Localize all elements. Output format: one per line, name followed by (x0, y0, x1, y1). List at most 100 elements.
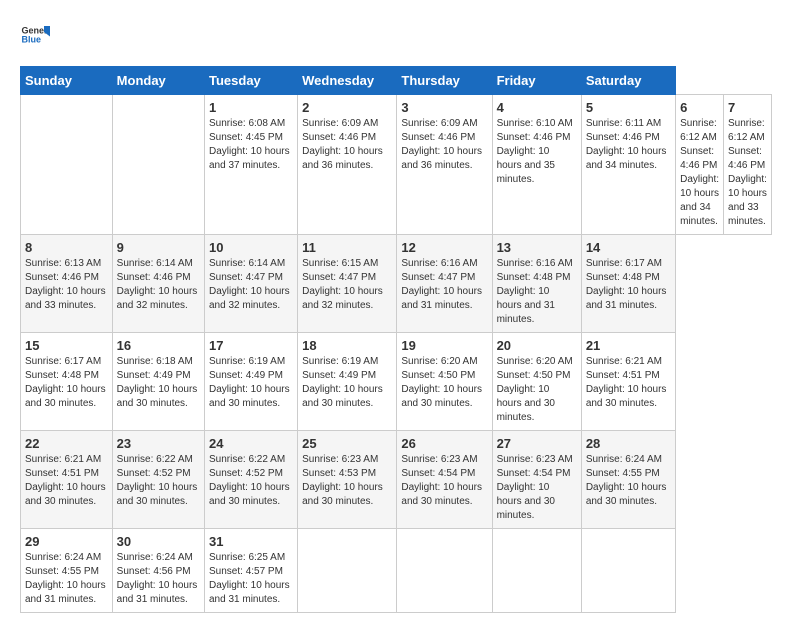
day-info: Sunrise: 6:14 AM Sunset: 4:46 PM Dayligh… (117, 257, 200, 313)
day-info: Sunrise: 6:23 AM Sunset: 4:53 PM Dayligh… (302, 453, 392, 509)
page-header: General Blue (20, 20, 772, 50)
day-number: 14 (586, 240, 671, 255)
calendar-cell: 4 Sunrise: 6:10 AM Sunset: 4:46 PM Dayli… (492, 95, 581, 235)
day-number: 11 (302, 240, 392, 255)
day-info: Sunrise: 6:09 AM Sunset: 4:46 PM Dayligh… (302, 117, 392, 173)
day-info: Sunrise: 6:22 AM Sunset: 4:52 PM Dayligh… (209, 453, 293, 509)
calendar-cell: 20 Sunrise: 6:20 AM Sunset: 4:50 PM Dayl… (492, 333, 581, 431)
day-number: 17 (209, 338, 293, 353)
calendar-header-row: SundayMondayTuesdayWednesdayThursdayFrid… (21, 67, 772, 95)
day-number: 2 (302, 100, 392, 115)
day-number: 7 (728, 100, 767, 115)
calendar-week-4: 29 Sunrise: 6:24 AM Sunset: 4:55 PM Dayl… (21, 529, 772, 613)
day-number: 6 (680, 100, 719, 115)
day-number: 21 (586, 338, 671, 353)
day-info: Sunrise: 6:24 AM Sunset: 4:55 PM Dayligh… (25, 551, 108, 607)
day-info: Sunrise: 6:10 AM Sunset: 4:46 PM Dayligh… (497, 117, 577, 187)
calendar-cell: 14 Sunrise: 6:17 AM Sunset: 4:48 PM Dayl… (581, 235, 675, 333)
calendar-cell (21, 95, 113, 235)
calendar-cell: 26 Sunrise: 6:23 AM Sunset: 4:54 PM Dayl… (397, 431, 492, 529)
logo-icon: General Blue (20, 20, 50, 50)
day-info: Sunrise: 6:17 AM Sunset: 4:48 PM Dayligh… (586, 257, 671, 313)
calendar-cell: 13 Sunrise: 6:16 AM Sunset: 4:48 PM Dayl… (492, 235, 581, 333)
logo: General Blue (20, 20, 50, 50)
day-info: Sunrise: 6:20 AM Sunset: 4:50 PM Dayligh… (401, 355, 487, 411)
calendar-cell: 28 Sunrise: 6:24 AM Sunset: 4:55 PM Dayl… (581, 431, 675, 529)
day-info: Sunrise: 6:21 AM Sunset: 4:51 PM Dayligh… (586, 355, 671, 411)
calendar-cell: 6 Sunrise: 6:12 AM Sunset: 4:46 PM Dayli… (676, 95, 724, 235)
day-header-thursday: Thursday (397, 67, 492, 95)
day-number: 30 (117, 534, 200, 549)
day-header-monday: Monday (112, 67, 204, 95)
calendar-cell: 10 Sunrise: 6:14 AM Sunset: 4:47 PM Dayl… (205, 235, 298, 333)
day-number: 31 (209, 534, 293, 549)
day-header-sunday: Sunday (21, 67, 113, 95)
svg-text:Blue: Blue (22, 35, 42, 45)
day-info: Sunrise: 6:24 AM Sunset: 4:55 PM Dayligh… (586, 453, 671, 509)
calendar-cell: 29 Sunrise: 6:24 AM Sunset: 4:55 PM Dayl… (21, 529, 113, 613)
day-number: 5 (586, 100, 671, 115)
calendar-week-0: 1 Sunrise: 6:08 AM Sunset: 4:45 PM Dayli… (21, 95, 772, 235)
day-number: 4 (497, 100, 577, 115)
calendar-cell: 18 Sunrise: 6:19 AM Sunset: 4:49 PM Dayl… (298, 333, 397, 431)
day-header-friday: Friday (492, 67, 581, 95)
day-header-wednesday: Wednesday (298, 67, 397, 95)
calendar-cell: 19 Sunrise: 6:20 AM Sunset: 4:50 PM Dayl… (397, 333, 492, 431)
calendar-cell: 8 Sunrise: 6:13 AM Sunset: 4:46 PM Dayli… (21, 235, 113, 333)
calendar-cell: 1 Sunrise: 6:08 AM Sunset: 4:45 PM Dayli… (205, 95, 298, 235)
calendar-cell: 15 Sunrise: 6:17 AM Sunset: 4:48 PM Dayl… (21, 333, 113, 431)
day-info: Sunrise: 6:08 AM Sunset: 4:45 PM Dayligh… (209, 117, 293, 173)
calendar-cell (112, 95, 204, 235)
calendar-cell (397, 529, 492, 613)
calendar-cell: 17 Sunrise: 6:19 AM Sunset: 4:49 PM Dayl… (205, 333, 298, 431)
day-header-saturday: Saturday (581, 67, 675, 95)
calendar-cell (298, 529, 397, 613)
calendar-cell: 9 Sunrise: 6:14 AM Sunset: 4:46 PM Dayli… (112, 235, 204, 333)
calendar-cell: 31 Sunrise: 6:25 AM Sunset: 4:57 PM Dayl… (205, 529, 298, 613)
day-number: 25 (302, 436, 392, 451)
day-number: 1 (209, 100, 293, 115)
day-number: 23 (117, 436, 200, 451)
calendar-cell: 27 Sunrise: 6:23 AM Sunset: 4:54 PM Dayl… (492, 431, 581, 529)
day-number: 3 (401, 100, 487, 115)
day-number: 10 (209, 240, 293, 255)
day-info: Sunrise: 6:22 AM Sunset: 4:52 PM Dayligh… (117, 453, 200, 509)
day-number: 12 (401, 240, 487, 255)
calendar-cell: 22 Sunrise: 6:21 AM Sunset: 4:51 PM Dayl… (21, 431, 113, 529)
day-info: Sunrise: 6:11 AM Sunset: 4:46 PM Dayligh… (586, 117, 671, 173)
calendar-cell: 7 Sunrise: 6:12 AM Sunset: 4:46 PM Dayli… (724, 95, 772, 235)
day-number: 13 (497, 240, 577, 255)
day-info: Sunrise: 6:14 AM Sunset: 4:47 PM Dayligh… (209, 257, 293, 313)
day-info: Sunrise: 6:09 AM Sunset: 4:46 PM Dayligh… (401, 117, 487, 173)
calendar-cell: 5 Sunrise: 6:11 AM Sunset: 4:46 PM Dayli… (581, 95, 675, 235)
day-info: Sunrise: 6:23 AM Sunset: 4:54 PM Dayligh… (497, 453, 577, 523)
day-number: 16 (117, 338, 200, 353)
day-info: Sunrise: 6:15 AM Sunset: 4:47 PM Dayligh… (302, 257, 392, 313)
day-number: 22 (25, 436, 108, 451)
day-info: Sunrise: 6:18 AM Sunset: 4:49 PM Dayligh… (117, 355, 200, 411)
day-info: Sunrise: 6:23 AM Sunset: 4:54 PM Dayligh… (401, 453, 487, 509)
calendar-cell (492, 529, 581, 613)
calendar-cell: 16 Sunrise: 6:18 AM Sunset: 4:49 PM Dayl… (112, 333, 204, 431)
day-info: Sunrise: 6:21 AM Sunset: 4:51 PM Dayligh… (25, 453, 108, 509)
calendar-cell: 30 Sunrise: 6:24 AM Sunset: 4:56 PM Dayl… (112, 529, 204, 613)
calendar-cell: 12 Sunrise: 6:16 AM Sunset: 4:47 PM Dayl… (397, 235, 492, 333)
day-number: 26 (401, 436, 487, 451)
day-info: Sunrise: 6:25 AM Sunset: 4:57 PM Dayligh… (209, 551, 293, 607)
day-info: Sunrise: 6:19 AM Sunset: 4:49 PM Dayligh… (209, 355, 293, 411)
calendar-cell: 3 Sunrise: 6:09 AM Sunset: 4:46 PM Dayli… (397, 95, 492, 235)
calendar-cell: 21 Sunrise: 6:21 AM Sunset: 4:51 PM Dayl… (581, 333, 675, 431)
day-number: 18 (302, 338, 392, 353)
day-number: 28 (586, 436, 671, 451)
calendar-cell: 25 Sunrise: 6:23 AM Sunset: 4:53 PM Dayl… (298, 431, 397, 529)
day-header-tuesday: Tuesday (205, 67, 298, 95)
day-number: 29 (25, 534, 108, 549)
day-number: 20 (497, 338, 577, 353)
day-info: Sunrise: 6:17 AM Sunset: 4:48 PM Dayligh… (25, 355, 108, 411)
day-info: Sunrise: 6:19 AM Sunset: 4:49 PM Dayligh… (302, 355, 392, 411)
day-number: 19 (401, 338, 487, 353)
day-info: Sunrise: 6:20 AM Sunset: 4:50 PM Dayligh… (497, 355, 577, 425)
day-info: Sunrise: 6:24 AM Sunset: 4:56 PM Dayligh… (117, 551, 200, 607)
calendar-table: SundayMondayTuesdayWednesdayThursdayFrid… (20, 66, 772, 613)
day-info: Sunrise: 6:12 AM Sunset: 4:46 PM Dayligh… (728, 117, 767, 229)
